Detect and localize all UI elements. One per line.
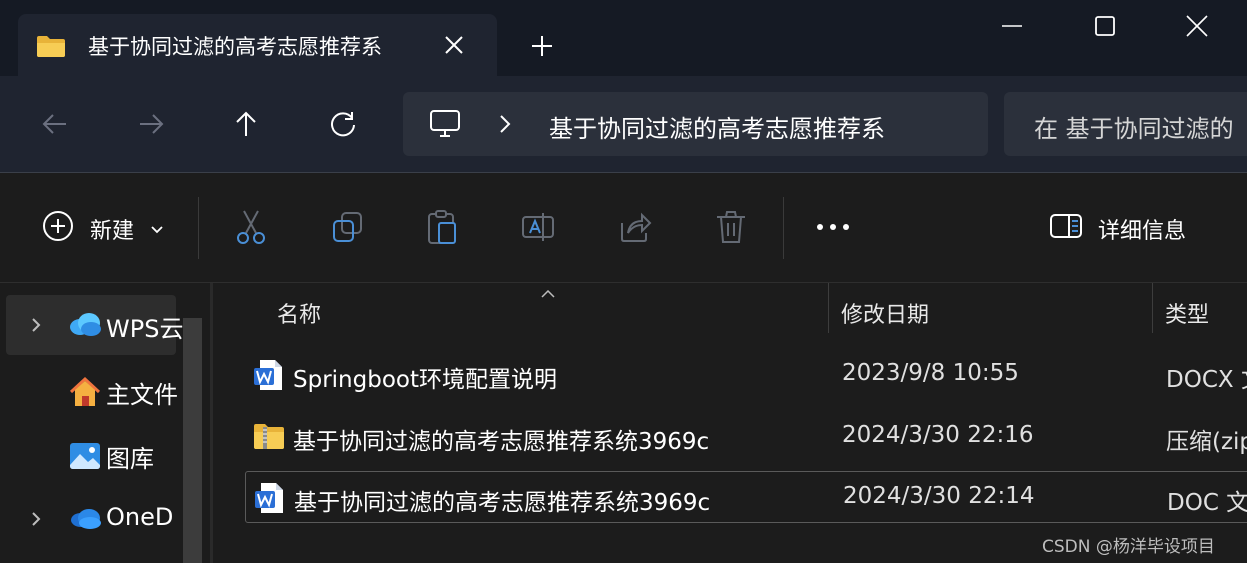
- close-window-icon[interactable]: [1185, 14, 1209, 38]
- watermark: CSDN @杨洋毕设项目: [1042, 537, 1215, 557]
- wps-cloud-icon: [68, 310, 102, 342]
- more-icon[interactable]: [816, 209, 850, 245]
- file-date: 2024/3/30 22:14: [843, 483, 1035, 509]
- file-name: 基于协同过滤的高考志愿推荐系统3969c: [293, 429, 710, 455]
- refresh-icon[interactable]: [328, 109, 358, 139]
- sidebar-scrollbar[interactable]: [183, 318, 202, 563]
- file-date: 2023/9/8 10:55: [842, 360, 1019, 386]
- file-date: 2024/3/30 22:16: [842, 422, 1034, 448]
- breadcrumb-current-folder[interactable]: 基于协同过滤的高考志愿推荐系: [549, 109, 959, 144]
- sidebar-item-onedrive[interactable]: OneD: [6, 489, 176, 549]
- column-header-date[interactable]: 修改日期: [841, 297, 929, 329]
- sidebar-item-label: 主文件: [106, 381, 178, 409]
- share-icon[interactable]: [618, 209, 652, 245]
- new-button-label: 新建: [90, 219, 135, 244]
- column-separator[interactable]: [1152, 283, 1153, 333]
- arrow-right-icon[interactable]: [136, 109, 166, 139]
- navigation-pane: WPS云 主文件 图库 OneD: [0, 283, 213, 563]
- onedrive-icon: [68, 504, 102, 536]
- address-bar[interactable]: 基于协同过滤的高考志愿推荐系: [403, 92, 988, 156]
- navigation-bar: 基于协同过滤的高考志愿推荐系 在 基于协同过滤的: [0, 76, 1247, 172]
- maximize-icon[interactable]: [1093, 14, 1117, 38]
- column-header-name[interactable]: 名称: [277, 297, 321, 329]
- column-header-type[interactable]: 类型: [1165, 297, 1209, 329]
- plus-circle-icon: [43, 211, 73, 241]
- cut-icon[interactable]: [234, 209, 268, 245]
- file-name: 基于协同过滤的高考志愿推荐系统3969c: [294, 490, 711, 516]
- sidebar-item-label: OneD: [106, 503, 174, 531]
- toolbar-separator: [198, 197, 199, 259]
- rename-icon[interactable]: [521, 209, 555, 245]
- file-type: 压缩(zip: [1166, 429, 1247, 455]
- file-name: Springboot环境配置说明: [293, 367, 557, 393]
- word-doc-icon: [253, 359, 283, 395]
- file-type: DOCX 文: [1166, 367, 1247, 393]
- column-separator[interactable]: [828, 283, 829, 333]
- table-row[interactable]: Springboot环境配置说明 2023/9/8 10:55 DOCX 文: [245, 349, 1247, 401]
- minimize-icon[interactable]: [1000, 14, 1024, 38]
- new-tab-plus-icon[interactable]: [530, 34, 554, 58]
- sidebar-item-gallery[interactable]: 图库: [6, 425, 176, 485]
- tab-close-icon[interactable]: [443, 34, 465, 56]
- details-pane-button[interactable]: 详细信息: [1049, 211, 1186, 245]
- sidebar-item-label: WPS云: [106, 315, 184, 343]
- gallery-icon: [68, 440, 102, 476]
- home-icon: [68, 376, 102, 412]
- sidebar-item-wps-cloud[interactable]: WPS云: [6, 295, 183, 355]
- table-row[interactable]: 基于协同过滤的高考志愿推荐系统3969c 2024/3/30 22:14 DOC…: [245, 471, 1247, 523]
- command-toolbar: 新建 详细信息: [0, 173, 1247, 283]
- arrow-left-icon[interactable]: [40, 109, 70, 139]
- delete-icon[interactable]: [714, 209, 748, 245]
- chevron-right-icon[interactable]: [30, 511, 42, 531]
- tab-title: 基于协同过滤的高考志愿推荐系: [88, 35, 382, 59]
- breadcrumb-chevron-icon[interactable]: [498, 114, 512, 138]
- folder-icon: [36, 34, 66, 62]
- copy-icon[interactable]: [331, 209, 365, 245]
- details-label: 详细信息: [1098, 219, 1187, 244]
- file-type: DOC 文: [1167, 490, 1247, 516]
- new-button[interactable]: 新建: [42, 210, 163, 246]
- arrow-up-icon[interactable]: [231, 109, 261, 139]
- search-placeholder: 在 基于协同过滤的: [1034, 115, 1234, 143]
- word-doc-icon: [254, 482, 284, 518]
- sort-ascending-icon: [541, 283, 555, 302]
- tab-current[interactable]: 基于协同过滤的高考志愿推荐系: [18, 14, 497, 76]
- table-row[interactable]: 基于协同过滤的高考志愿推荐系统3969c 2024/3/30 22:16 压缩(…: [245, 411, 1247, 463]
- chevron-right-icon[interactable]: [30, 317, 42, 337]
- details-pane-icon: [1050, 214, 1082, 238]
- toolbar-separator: [783, 197, 784, 259]
- file-list: 名称 修改日期 类型 Springboot环境配置说明 2023/9/8 10:…: [213, 283, 1247, 563]
- search-input[interactable]: 在 基于协同过滤的: [1004, 92, 1247, 156]
- paste-icon[interactable]: [425, 209, 459, 245]
- sidebar-item-label: 图库: [106, 445, 154, 473]
- title-bar: 基于协同过滤的高考志愿推荐系: [0, 0, 1247, 76]
- zip-folder-icon: [253, 421, 285, 455]
- this-pc-icon: [429, 109, 461, 143]
- chevron-down-icon: [150, 220, 164, 239]
- sidebar-item-home[interactable]: 主文件: [6, 361, 178, 421]
